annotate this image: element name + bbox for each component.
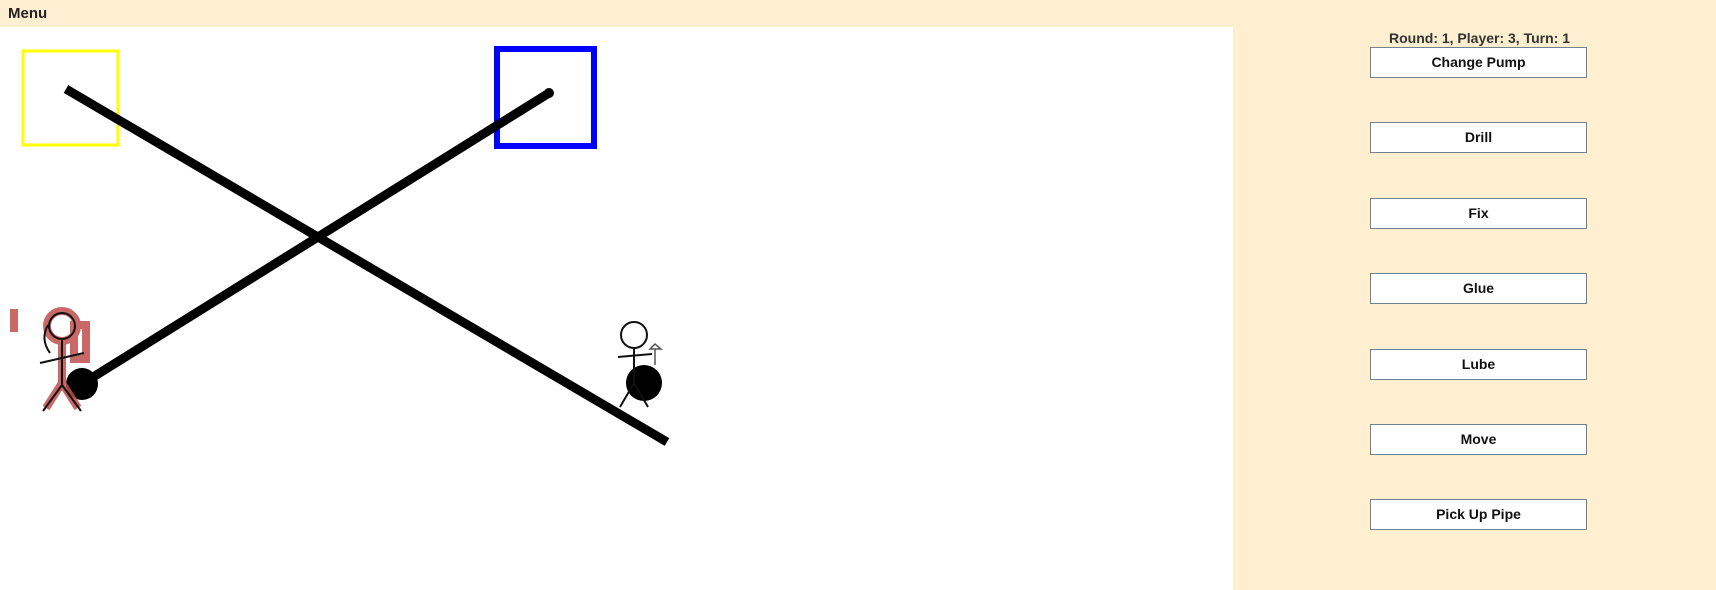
lube-button[interactable]: Lube: [1370, 349, 1587, 380]
fix-button[interactable]: Fix: [1370, 198, 1587, 229]
game-board[interactable]: [0, 27, 1233, 590]
glue-button[interactable]: Glue: [1370, 273, 1587, 304]
turn-status: Round: 1, Player: 3, Turn: 1: [1389, 30, 1570, 46]
drill-button[interactable]: Drill: [1370, 122, 1587, 153]
move-button[interactable]: Move: [1370, 424, 1587, 455]
pipe-end-node[interactable]: [544, 88, 554, 98]
pipe-yellow-to-right-pump[interactable]: [63, 85, 670, 446]
menu-bar: Menu: [0, 0, 1716, 27]
action-panel: Round: 1, Player: 3, Turn: 1 Change Pump…: [1233, 27, 1716, 590]
change-pump-button[interactable]: Change Pump: [1370, 47, 1587, 78]
board-canvas[interactable]: [0, 27, 1233, 590]
menu-button[interactable]: Menu: [8, 5, 47, 22]
pick-up-pipe-button[interactable]: Pick Up Pipe: [1370, 499, 1587, 530]
yellow-source-tile[interactable]: [21, 49, 120, 147]
pump-node-right[interactable]: [626, 365, 662, 401]
game-window: Menu Round: 1, Player: 3, Turn: 1 Change…: [0, 0, 1716, 590]
